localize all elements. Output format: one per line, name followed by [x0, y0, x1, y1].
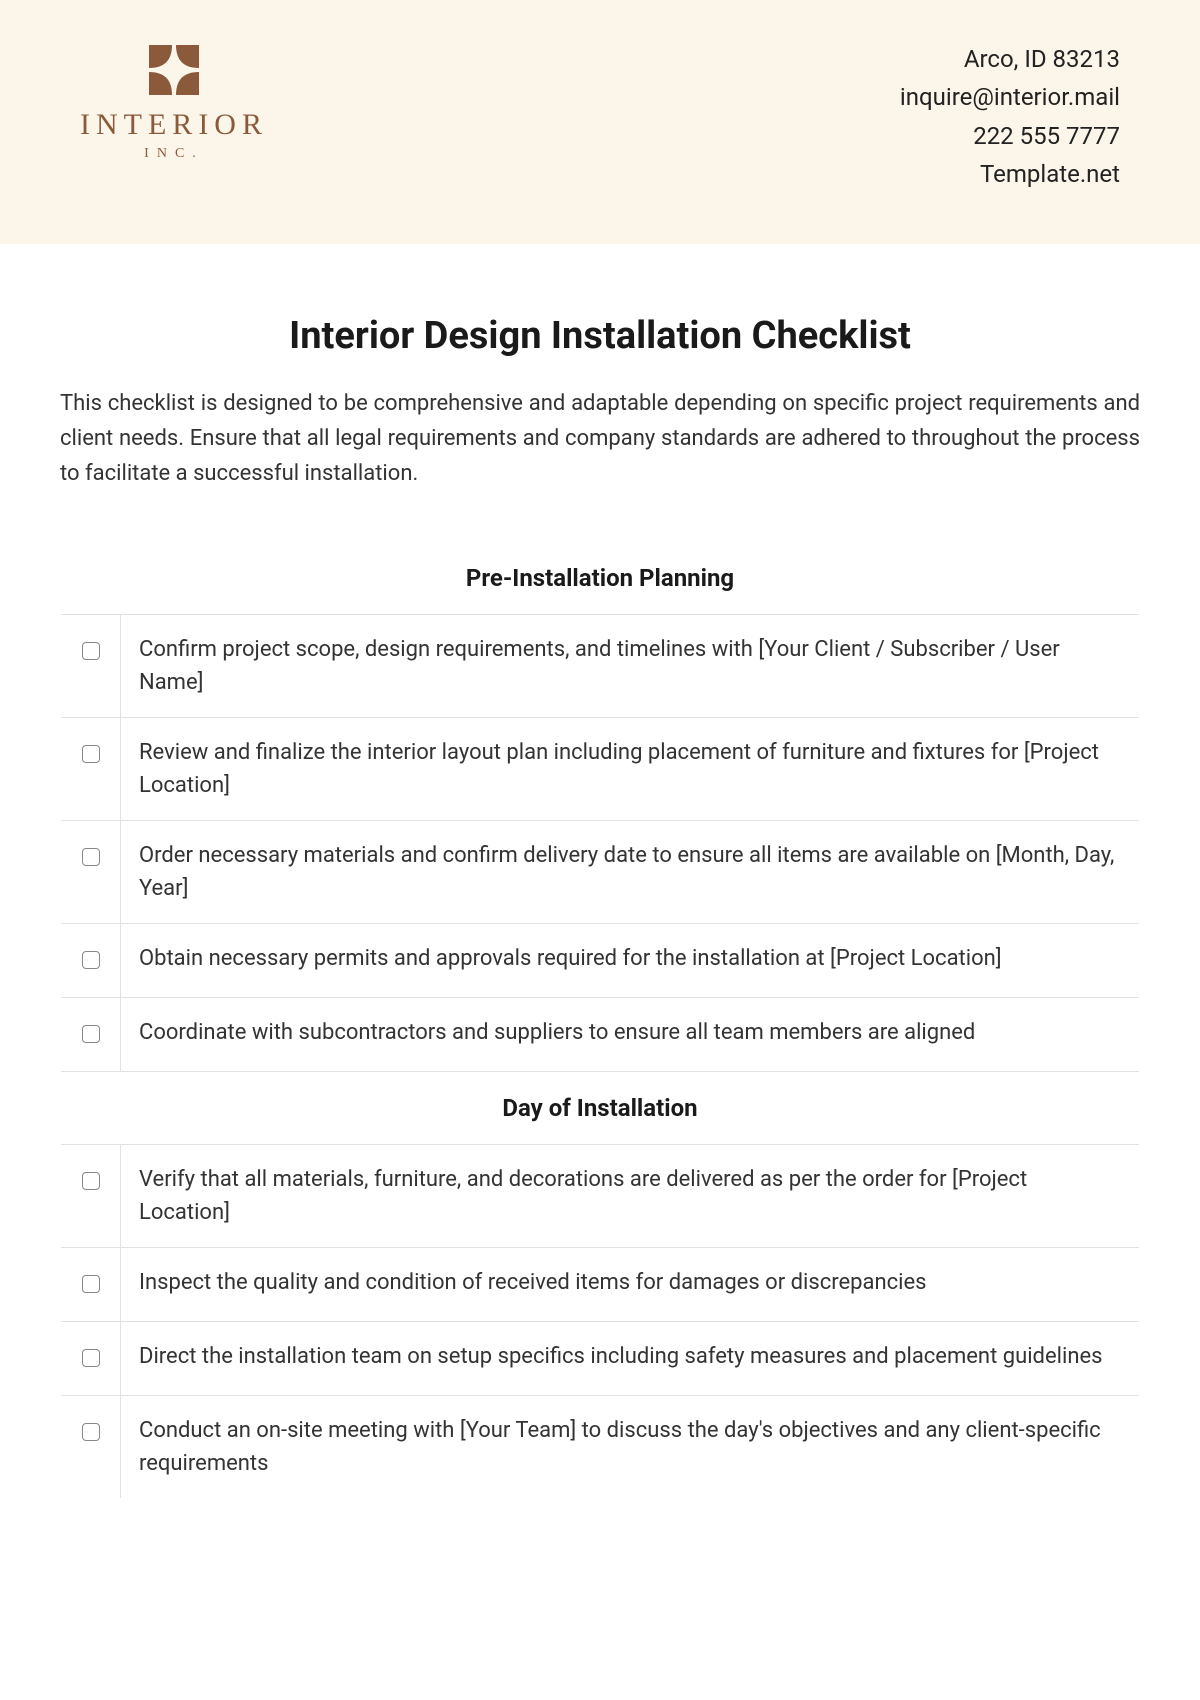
checklist-row: Verify that all materials, furniture, an…: [61, 1145, 1140, 1248]
checklist-item-text: Direct the installation team on setup sp…: [121, 1322, 1140, 1396]
section-heading: Pre-Installation Planning: [61, 542, 1140, 615]
checklist-item-text: Order necessary materials and confirm de…: [121, 821, 1140, 924]
contact-email: inquire@interior.mail: [900, 78, 1120, 116]
checklist-item-text: Review and finalize the interior layout …: [121, 718, 1140, 821]
checklist-row: Confirm project scope, design requiremen…: [61, 615, 1140, 718]
document-title: Interior Design Installation Checklist: [60, 314, 1140, 358]
document-body: Interior Design Installation Checklist T…: [0, 244, 1200, 1500]
company-name: INTERIOR: [80, 108, 268, 142]
checklist-item-text: Verify that all materials, furniture, an…: [121, 1145, 1140, 1248]
letterhead-header: INTERIOR INC. Arco, ID 83213 inquire@int…: [0, 0, 1200, 244]
checkbox-icon[interactable]: [82, 1423, 100, 1441]
checklist-item-text: Coordinate with subcontractors and suppl…: [121, 998, 1140, 1072]
checklist-row: Conduct an on-site meeting with [Your Te…: [61, 1396, 1140, 1499]
checkbox-icon[interactable]: [82, 642, 100, 660]
checkbox-icon[interactable]: [82, 1275, 100, 1293]
checkbox-icon[interactable]: [82, 745, 100, 763]
contact-info: Arco, ID 83213 inquire@interior.mail 222…: [900, 40, 1120, 194]
checkbox-icon[interactable]: [82, 848, 100, 866]
checklist-item-text: Confirm project scope, design requiremen…: [121, 615, 1140, 718]
checkbox-icon[interactable]: [82, 1349, 100, 1367]
checklist-row: Direct the installation team on setup sp…: [61, 1322, 1140, 1396]
section-heading: Day of Installation: [61, 1072, 1140, 1145]
checklist-row: Review and finalize the interior layout …: [61, 718, 1140, 821]
checklist-row: Coordinate with subcontractors and suppl…: [61, 998, 1140, 1072]
company-logo-icon: [144, 40, 204, 100]
checklist-item-text: Obtain necessary permits and approvals r…: [121, 924, 1140, 998]
checklist-item-text: Conduct an on-site meeting with [Your Te…: [121, 1396, 1140, 1499]
company-suffix: INC.: [144, 146, 204, 162]
checklist-row: Obtain necessary permits and approvals r…: [61, 924, 1140, 998]
checklist-table: Pre-Installation Planning Confirm projec…: [60, 541, 1140, 1499]
checklist-row: Order necessary materials and confirm de…: [61, 821, 1140, 924]
checkbox-icon[interactable]: [82, 1172, 100, 1190]
checklist-item-text: Inspect the quality and condition of rec…: [121, 1248, 1140, 1322]
checkbox-icon[interactable]: [82, 1025, 100, 1043]
company-logo-block: INTERIOR INC.: [80, 40, 268, 162]
contact-site: Template.net: [900, 155, 1120, 193]
contact-phone: 222 555 7777: [900, 117, 1120, 155]
checkbox-icon[interactable]: [82, 951, 100, 969]
contact-address: Arco, ID 83213: [900, 40, 1120, 78]
intro-paragraph: This checklist is designed to be compreh…: [60, 386, 1140, 492]
checklist-row: Inspect the quality and condition of rec…: [61, 1248, 1140, 1322]
